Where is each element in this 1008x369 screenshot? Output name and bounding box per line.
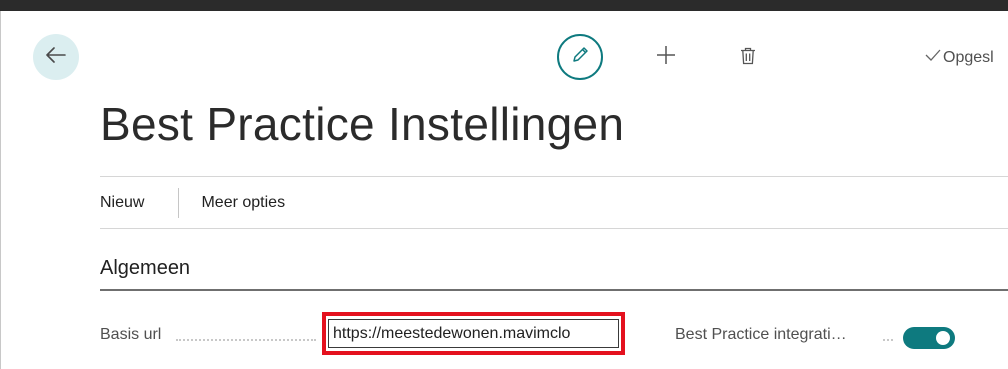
arrow-left-icon bbox=[46, 46, 66, 68]
more-options-action[interactable]: Meer opties bbox=[201, 194, 285, 212]
action-separator bbox=[178, 188, 180, 218]
pencil-icon bbox=[570, 45, 590, 70]
saved-status: Opgesl bbox=[925, 48, 994, 67]
plus-icon bbox=[656, 45, 676, 70]
add-button[interactable] bbox=[651, 42, 681, 72]
trash-icon bbox=[740, 47, 756, 70]
basis-url-label: Basis url bbox=[100, 326, 162, 343]
toggle-knob bbox=[936, 331, 950, 345]
page-title: Best Practice Instellingen bbox=[100, 98, 625, 150]
check-icon bbox=[925, 48, 943, 67]
back-button[interactable] bbox=[33, 34, 79, 80]
integration-toggle[interactable] bbox=[903, 327, 955, 349]
delete-button[interactable] bbox=[734, 43, 762, 73]
window-top-border bbox=[0, 0, 1008, 11]
new-action[interactable]: Nieuw bbox=[100, 194, 144, 212]
basis-url-input[interactable]: https://meestedewonen.mavimclo bbox=[328, 319, 619, 348]
title-divider bbox=[100, 176, 1008, 177]
action-bar-divider bbox=[100, 228, 1008, 229]
integration-label: Best Practice integrati… bbox=[675, 326, 847, 343]
action-bar: Nieuw Meer opties bbox=[100, 178, 285, 228]
left-edge-divider bbox=[0, 11, 1, 369]
integration-leader bbox=[883, 339, 893, 341]
basis-url-leader bbox=[176, 339, 316, 341]
saved-status-text: Opgesl bbox=[943, 48, 994, 66]
edit-button[interactable] bbox=[557, 34, 603, 80]
section-divider bbox=[100, 289, 1008, 291]
section-title[interactable]: Algemeen bbox=[100, 257, 190, 280]
